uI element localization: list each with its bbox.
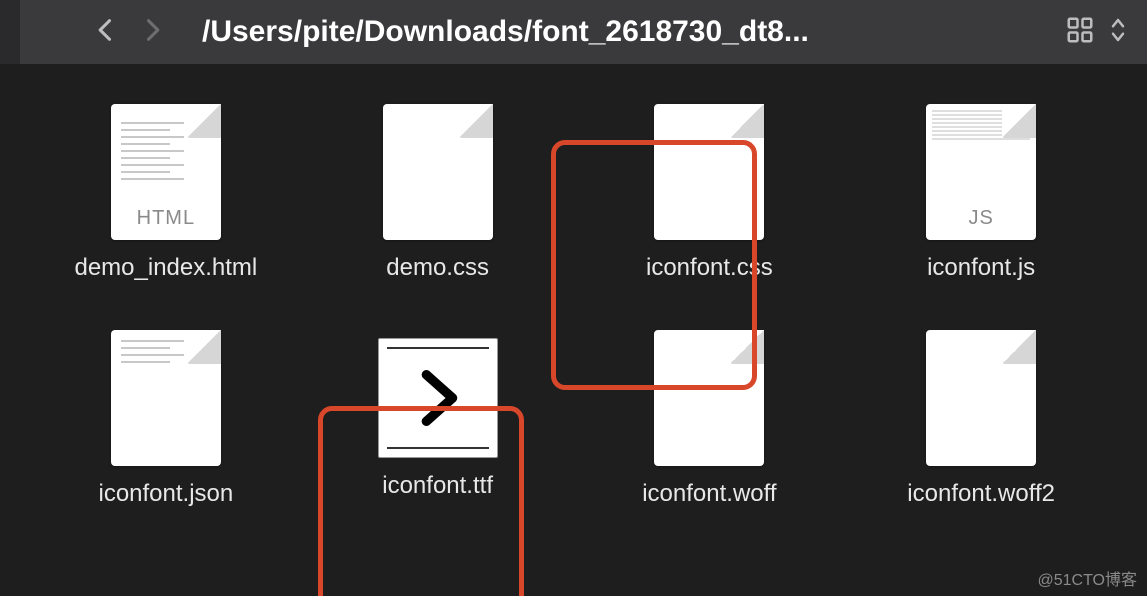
file-label: iconfont.woff2 bbox=[907, 480, 1055, 508]
file-icon-generic bbox=[926, 330, 1036, 466]
file-label: iconfont.woff bbox=[642, 480, 776, 508]
file-icon-ttf bbox=[378, 330, 498, 458]
forward-button[interactable] bbox=[138, 16, 166, 49]
file-icon-js: JS bbox=[926, 104, 1036, 240]
file-item[interactable]: iconfont.ttf bbox=[332, 330, 544, 508]
titlebar: /Users/pite/Downloads/font_2618730_dt8..… bbox=[0, 0, 1147, 64]
file-item[interactable]: iconfont.woff bbox=[604, 330, 816, 508]
file-label: iconfont.ttf bbox=[382, 472, 493, 500]
file-icon-generic bbox=[383, 104, 493, 240]
file-label: iconfont.js bbox=[927, 254, 1035, 282]
file-item[interactable]: demo.css bbox=[332, 104, 544, 282]
file-label: demo.css bbox=[386, 254, 489, 282]
back-button[interactable] bbox=[92, 16, 120, 49]
file-icon-generic bbox=[654, 330, 764, 466]
file-item[interactable]: iconfont.css bbox=[604, 104, 816, 282]
watermark: @51CTO博客 bbox=[1037, 566, 1137, 590]
file-grid: HTML demo_index.html demo.css iconfont.c… bbox=[60, 104, 1087, 508]
file-icon-generic bbox=[654, 104, 764, 240]
icon-view-button[interactable] bbox=[1065, 15, 1095, 50]
file-icon-html: HTML bbox=[111, 104, 221, 240]
file-icon-json bbox=[111, 330, 221, 466]
file-grid-area[interactable]: HTML demo_index.html demo.css iconfont.c… bbox=[0, 64, 1147, 596]
file-label: demo_index.html bbox=[74, 254, 257, 282]
file-label: iconfont.json bbox=[98, 480, 233, 508]
view-options-button[interactable] bbox=[1109, 15, 1127, 50]
file-item[interactable]: JS iconfont.js bbox=[875, 104, 1087, 282]
file-item[interactable]: iconfont.woff2 bbox=[875, 330, 1087, 508]
finder-window: /Users/pite/Downloads/font_2618730_dt8..… bbox=[0, 0, 1147, 596]
file-item[interactable]: HTML demo_index.html bbox=[60, 104, 272, 282]
file-item[interactable]: iconfont.json bbox=[60, 330, 272, 508]
path-breadcrumb[interactable]: /Users/pite/Downloads/font_2618730_dt8..… bbox=[202, 15, 1037, 49]
file-label: iconfont.css bbox=[646, 254, 773, 282]
chevron-right-icon bbox=[403, 363, 473, 433]
